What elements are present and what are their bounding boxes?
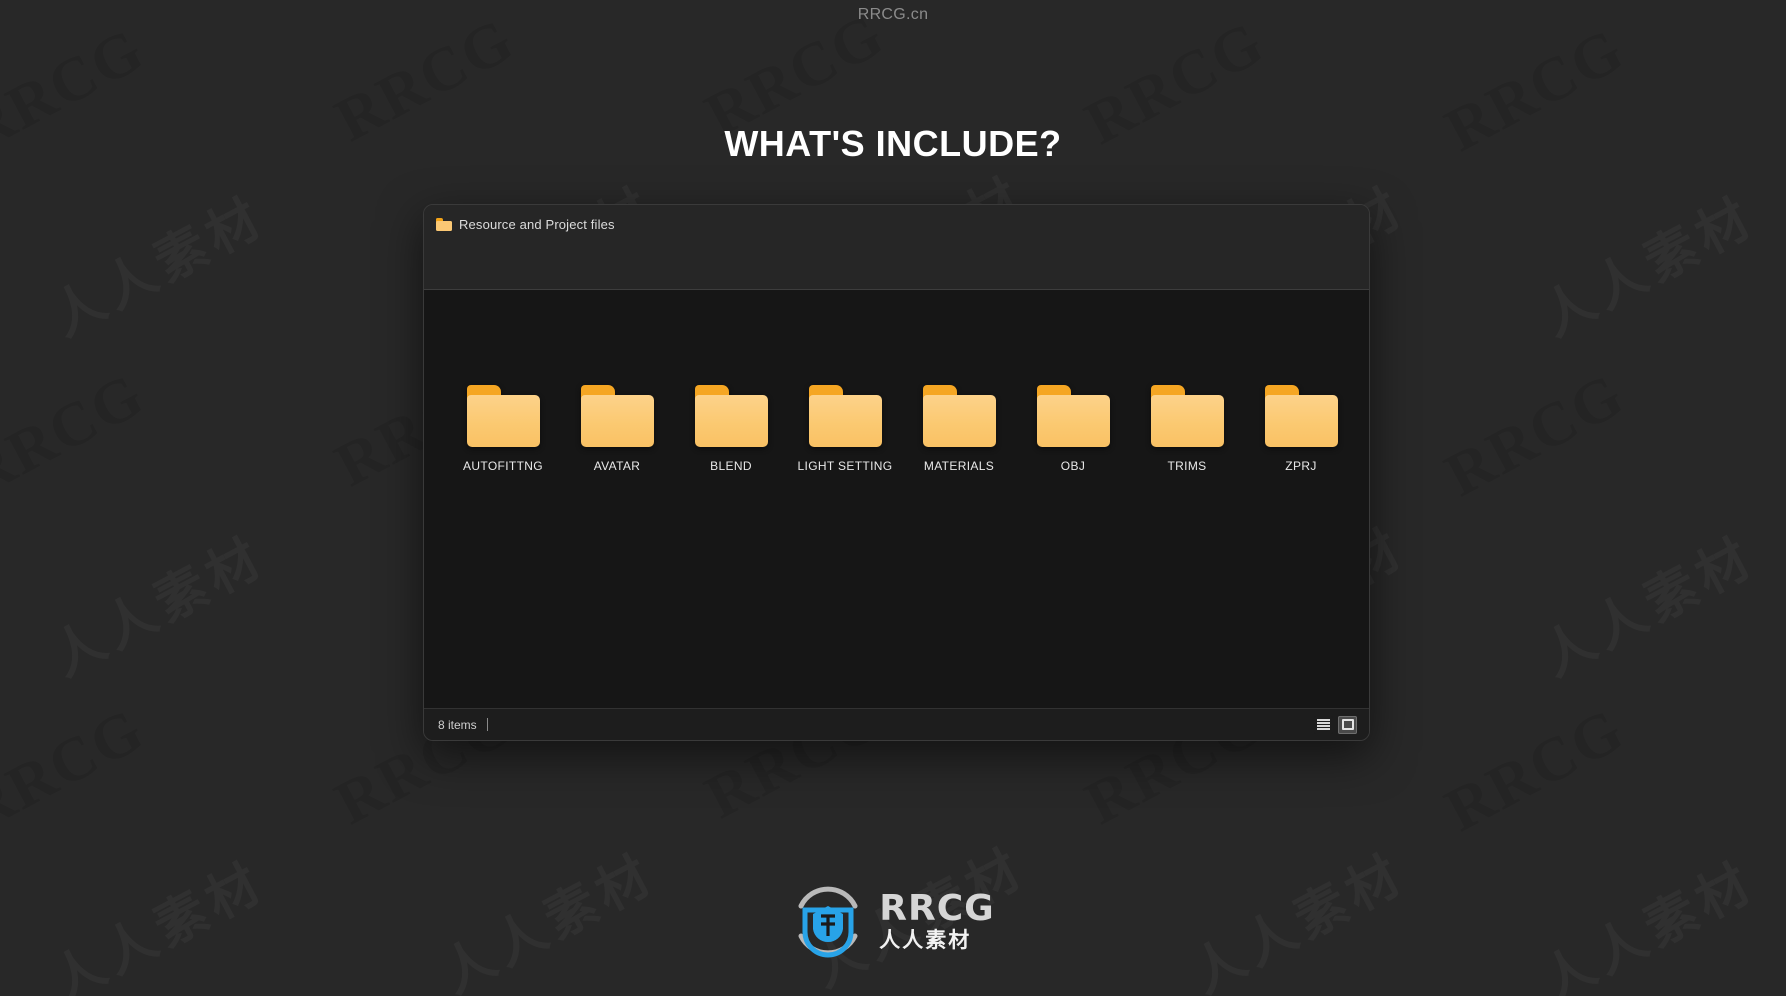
folder-label: LIGHT SETTING	[797, 459, 893, 473]
brand-logo: RRCG 人人素材	[0, 884, 1786, 958]
folder-icon	[1150, 385, 1225, 447]
watermark-text: RRCG	[1434, 360, 1636, 510]
folder-label: ZPRJ	[1285, 459, 1317, 473]
folder-item[interactable]: LIGHT SETTING	[788, 385, 902, 473]
folder-label: BLEND	[710, 459, 752, 473]
folder-item[interactable]: ZPRJ	[1244, 385, 1358, 473]
folder-item[interactable]: MATERIALS	[902, 385, 1016, 473]
status-separator	[486, 718, 488, 731]
watermark-text: RRCG	[0, 360, 156, 510]
explorer-statusbar: 8 items	[424, 708, 1369, 740]
folder-label: TRIMS	[1167, 459, 1207, 473]
folder-icon	[922, 385, 997, 447]
folder-label: AVATAR	[593, 459, 641, 473]
folder-item[interactable]: OBJ	[1016, 385, 1130, 473]
folder-icon	[694, 385, 769, 447]
explorer-titlebar: Resource and Project files	[424, 205, 1369, 290]
watermark-text: RRCG	[0, 695, 156, 845]
folder-item[interactable]: AUTOFITTNG	[446, 385, 560, 473]
explorer-content: AUTOFITTNG AVATAR BLEND LIGHT SETTING MATERI…	[424, 290, 1369, 708]
brand-name: RRCG	[879, 888, 995, 929]
details-view-icon	[1317, 719, 1330, 730]
rrcg-logo-icon	[791, 884, 865, 958]
folder-item[interactable]: AVATAR	[560, 385, 674, 473]
folder-grid: AUTOFITTNG AVATAR BLEND LIGHT SETTING MATERI…	[424, 385, 1369, 473]
folder-icon	[1264, 385, 1339, 447]
folder-icon	[1036, 385, 1111, 447]
view-mode-toggles[interactable]	[1314, 715, 1357, 734]
watermark-text: 人人素材	[1526, 515, 1766, 690]
screenshot-root: RRCGRRCGRRCGRRCGRRCG人人素材人人素材人人素材人人素材人人素材…	[0, 0, 1786, 996]
watermark-text: 人人素材	[1526, 175, 1766, 350]
details-view-button[interactable]	[1314, 715, 1333, 734]
large-buttons-view-icon[interactable]	[1338, 715, 1357, 734]
watermark-text: 人人素材	[36, 515, 276, 690]
watermark-text: 人人素材	[36, 175, 276, 350]
watermark-text: RRCG	[1434, 695, 1636, 845]
folder-label: MATERIALS	[923, 459, 995, 473]
folder-label: OBJ	[1060, 459, 1086, 473]
folder-icon	[580, 385, 655, 447]
file-explorer-window: Resource and Project files AUTOFITTNG AVA…	[423, 204, 1370, 741]
folder-item[interactable]: TRIMS	[1130, 385, 1244, 473]
folder-icon	[808, 385, 883, 447]
site-tag: RRCG.cn	[857, 6, 929, 23]
page-title: WHAT'S INCLUDE?	[724, 123, 1062, 164]
item-count-label: 8 items	[438, 717, 477, 732]
folder-item[interactable]: BLEND	[674, 385, 788, 473]
brand-subtitle: 人人素材	[879, 928, 972, 952]
large-icons-view-icon	[1341, 719, 1354, 730]
explorer-titlebar-label: Resource and Project files	[459, 217, 615, 232]
folder-icon	[466, 385, 541, 447]
folder-icon	[436, 218, 452, 231]
folder-label: AUTOFITTNG	[463, 459, 543, 473]
